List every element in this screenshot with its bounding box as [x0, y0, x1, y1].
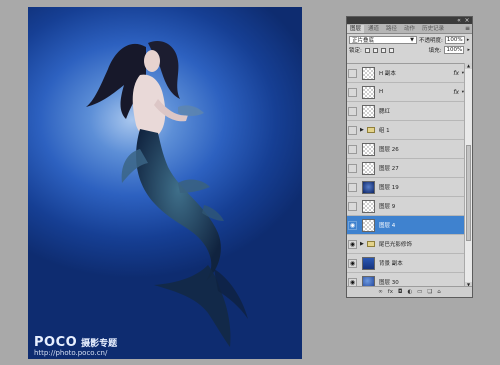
tab-actions[interactable]: 动作 — [401, 25, 418, 33]
lock-label: 锁定: — [349, 48, 362, 54]
visibility-toggle[interactable] — [348, 163, 357, 173]
delete-layer-icon[interactable]: ⌂ — [437, 289, 441, 295]
layer-list-scrollbar[interactable]: ▲ ▼ — [464, 63, 472, 288]
layer-group-row[interactable]: ▶ 组 1 — [347, 121, 466, 140]
eye-icon[interactable]: ◉ — [348, 258, 357, 268]
layer-thumbnail — [362, 142, 375, 156]
layer-name: 图层 9 — [379, 204, 396, 210]
layer-thumbnail — [362, 256, 375, 270]
layer-name: 组 1 — [378, 128, 390, 134]
layer-name: 背景 副本 — [379, 261, 403, 267]
expand-arrow-icon[interactable]: ▶ — [360, 127, 364, 133]
layer-name: 图层 27 — [379, 166, 399, 172]
layer-row[interactable]: 图层 19 — [347, 178, 466, 197]
layer-name: 图层 19 — [379, 185, 399, 191]
layer-name: 图层 4 — [379, 223, 396, 229]
layer-name: H 副本 — [379, 71, 396, 77]
layer-name: H — [379, 89, 384, 95]
watermark-brand: POCO — [34, 335, 78, 350]
add-style-icon[interactable]: fx — [388, 289, 393, 295]
collapse-icon[interactable]: « — [456, 18, 462, 24]
eye-icon[interactable]: ◉ — [348, 220, 357, 230]
close-icon[interactable]: × — [464, 18, 470, 24]
layer-list: H 副本 fx ▾ H fx ▾ 腮红 ▶ 组 1 图层 26 图层 27 图层… — [347, 63, 466, 289]
fill-label: 填充: — [428, 48, 442, 54]
folder-icon — [366, 127, 375, 133]
fx-icon[interactable]: fx — [453, 89, 459, 96]
layer-thumbnail — [362, 66, 375, 80]
visibility-toggle[interactable] — [348, 87, 357, 97]
layer-thumbnail — [362, 218, 375, 232]
visibility-toggle[interactable] — [348, 125, 357, 135]
tab-channels[interactable]: 通道 — [365, 25, 382, 33]
panel-tabs: 图层 通道 路径 动作 历史记录 ≡ — [347, 24, 472, 34]
blend-mode-value: 正片叠底 — [352, 37, 375, 44]
layer-row[interactable]: 图层 27 — [347, 159, 466, 178]
add-mask-icon[interactable]: ◘ — [398, 289, 402, 295]
blend-opacity-row: 正片叠底 ▼ 不透明度: 100% ▸ — [347, 34, 472, 45]
document-canvas[interactable]: POCO 摄影专题 http://photo.poco.cn/ — [28, 7, 302, 359]
visibility-toggle[interactable] — [348, 182, 357, 192]
expand-arrow-icon[interactable]: ▶ — [360, 241, 364, 247]
blend-mode-select[interactable]: 正片叠底 ▼ — [349, 35, 417, 44]
layers-panel: « × 图层 通道 路径 动作 历史记录 ≡ 正片叠底 ▼ 不透明度: 100%… — [346, 16, 473, 298]
fill-input[interactable]: 100% — [444, 46, 465, 54]
panel-menu-icon[interactable]: ≡ — [465, 25, 472, 33]
panel-titlebar[interactable]: « × — [347, 17, 472, 24]
layer-thumbnail — [362, 85, 375, 99]
layer-name: 腮红 — [379, 109, 391, 115]
layer-group-row[interactable]: ◉ ▶ 尾巴光影修饰 — [347, 235, 466, 254]
tab-paths[interactable]: 路径 — [383, 25, 400, 33]
watermark: POCO 摄影专题 http://photo.poco.cn/ — [34, 335, 117, 357]
tab-layers[interactable]: 图层 — [347, 25, 365, 33]
tab-history[interactable]: 历史记录 — [419, 25, 447, 33]
lock-pixels-icon[interactable] — [372, 47, 378, 53]
lock-all-icon[interactable] — [388, 47, 394, 53]
chevron-down-icon: ▼ — [410, 36, 414, 43]
layer-thumbnail — [362, 180, 375, 194]
layer-thumbnail — [362, 199, 375, 213]
layer-name: 图层 26 — [379, 147, 399, 153]
layer-row[interactable]: ◉ 背景 副本 — [347, 254, 466, 273]
layer-name: 尾巴光影修饰 — [378, 242, 412, 248]
mermaid-artwork — [86, 41, 248, 347]
visibility-toggle[interactable] — [348, 201, 357, 211]
watermark-subtitle: 摄影专题 — [81, 339, 118, 349]
new-group-icon[interactable]: ▭ — [417, 289, 422, 295]
opacity-input[interactable]: 100% — [444, 35, 465, 44]
adjustment-layer-icon[interactable]: ◐ — [407, 289, 412, 295]
lock-transparency-icon[interactable] — [364, 47, 370, 53]
fill-arrow-icon[interactable]: ▸ — [467, 47, 470, 53]
visibility-toggle[interactable] — [348, 68, 357, 78]
scroll-up-icon[interactable]: ▲ — [465, 63, 472, 69]
lock-fill-row: 锁定: 填充: 100% ▸ — [347, 45, 472, 55]
new-layer-icon[interactable]: ❏ — [427, 289, 432, 295]
opacity-arrow-icon[interactable]: ▸ — [467, 37, 470, 43]
fx-icon[interactable]: fx — [453, 70, 459, 77]
layer-row[interactable]: 图层 26 — [347, 140, 466, 159]
layer-name: 图层 30 — [379, 280, 399, 286]
visibility-toggle[interactable] — [348, 144, 357, 154]
scrollbar-thumb[interactable] — [466, 145, 471, 241]
panel-footer: ∞ fx ◘ ◐ ▭ ❏ ⌂ — [347, 286, 472, 297]
folder-icon — [366, 241, 375, 247]
lock-position-icon[interactable] — [380, 47, 386, 53]
layer-row[interactable]: 腮红 — [347, 102, 466, 121]
layer-row[interactable]: 图层 9 — [347, 197, 466, 216]
layer-thumbnail — [362, 104, 375, 118]
eye-icon[interactable]: ◉ — [348, 239, 357, 249]
layer-row[interactable]: H fx ▾ — [347, 83, 466, 102]
link-layers-icon[interactable]: ∞ — [378, 289, 383, 295]
opacity-label: 不透明度: — [419, 37, 443, 44]
layer-thumbnail — [362, 161, 375, 175]
layer-row-selected[interactable]: ◉ 图层 4 — [347, 216, 466, 235]
layer-row[interactable]: H 副本 fx ▾ — [347, 64, 466, 83]
watermark-url: http://photo.poco.cn/ — [34, 349, 108, 357]
visibility-toggle[interactable] — [348, 106, 357, 116]
